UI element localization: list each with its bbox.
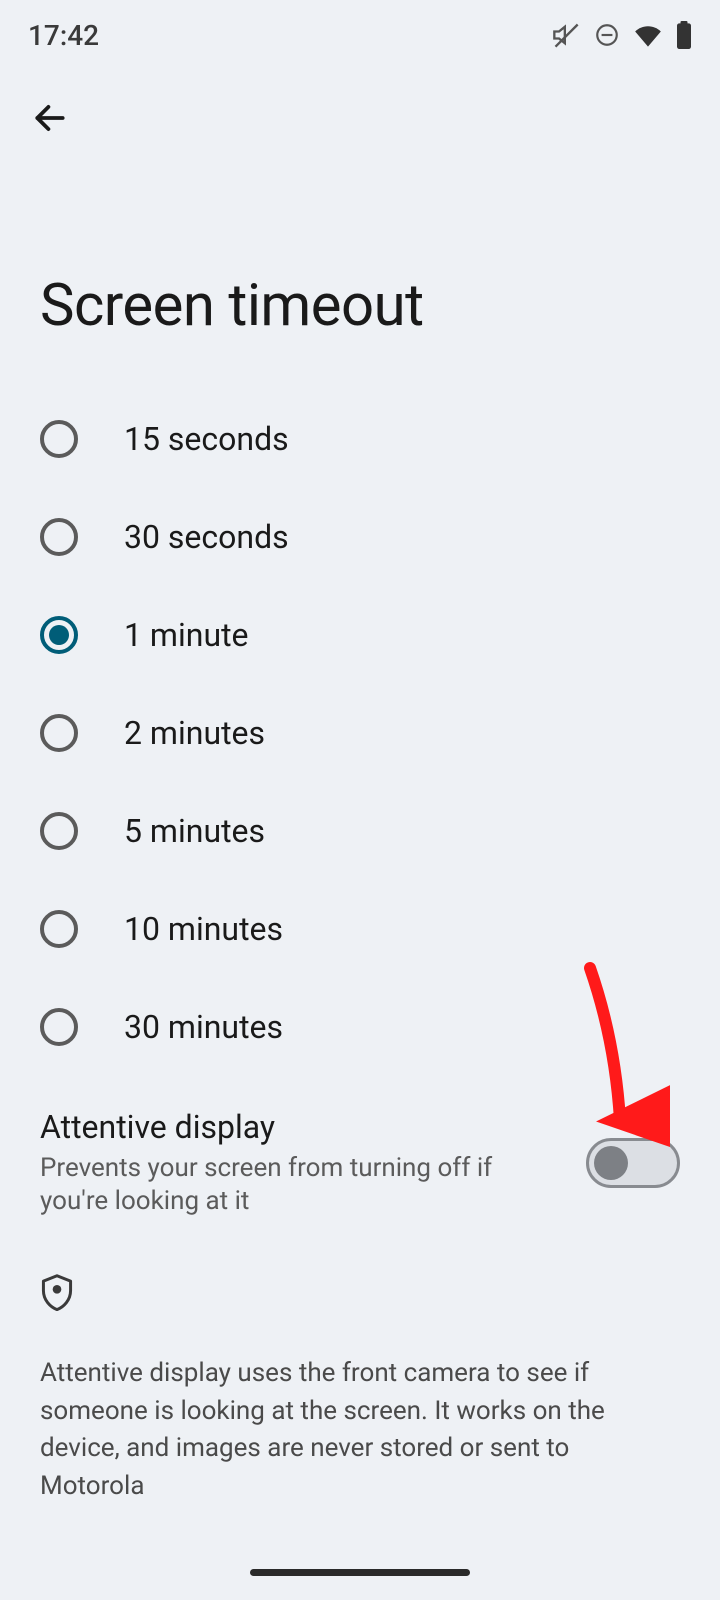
attentive-display-info-text: Attentive display uses the front camera … bbox=[40, 1355, 680, 1506]
attentive-display-switch[interactable] bbox=[586, 1138, 680, 1188]
attentive-display-info: Attentive display uses the front camera … bbox=[0, 1227, 720, 1506]
back-button[interactable] bbox=[28, 98, 72, 142]
navigation-handle[interactable] bbox=[250, 1569, 470, 1576]
status-bar: 17:42 bbox=[0, 0, 720, 70]
radio-button[interactable] bbox=[40, 616, 78, 654]
timeout-option[interactable]: 2 minutes bbox=[0, 684, 720, 782]
privacy-shield-icon bbox=[40, 1273, 680, 1315]
timeout-option-label: 1 minute bbox=[124, 616, 249, 654]
switch-knob bbox=[594, 1146, 628, 1180]
attentive-display-subtitle: Prevents your screen from turning off if… bbox=[40, 1152, 566, 1217]
radio-button[interactable] bbox=[40, 420, 78, 458]
timeout-option[interactable]: 5 minutes bbox=[0, 782, 720, 880]
timeout-option-label: 10 minutes bbox=[124, 910, 283, 948]
timeout-option-label: 2 minutes bbox=[124, 714, 265, 752]
status-icons bbox=[552, 21, 692, 49]
radio-button[interactable] bbox=[40, 714, 78, 752]
mute-icon bbox=[552, 21, 580, 49]
battery-icon bbox=[676, 21, 692, 49]
radio-button[interactable] bbox=[40, 518, 78, 556]
timeout-option-label: 5 minutes bbox=[124, 812, 265, 850]
status-time: 17:42 bbox=[28, 19, 99, 52]
timeout-option-label: 30 minutes bbox=[124, 1008, 283, 1046]
timeout-option-label: 30 seconds bbox=[124, 518, 289, 556]
radio-button[interactable] bbox=[40, 910, 78, 948]
attentive-display-row[interactable]: Attentive display Prevents your screen f… bbox=[0, 1086, 720, 1227]
radio-button[interactable] bbox=[40, 1008, 78, 1046]
arrow-left-icon bbox=[31, 99, 69, 141]
page-title: Screen timeout bbox=[0, 142, 720, 380]
timeout-option-label: 15 seconds bbox=[124, 420, 289, 458]
timeout-option[interactable]: 1 minute bbox=[0, 586, 720, 684]
timeout-option[interactable]: 15 seconds bbox=[0, 390, 720, 488]
attentive-display-title: Attentive display bbox=[40, 1108, 566, 1146]
wifi-icon bbox=[634, 23, 662, 47]
timeout-option[interactable]: 10 minutes bbox=[0, 880, 720, 978]
timeout-option[interactable]: 30 seconds bbox=[0, 488, 720, 586]
timeout-options: 15 seconds 30 seconds 1 minute 2 minutes 5 m… bbox=[0, 380, 720, 1086]
dnd-icon bbox=[594, 22, 620, 48]
timeout-option[interactable]: 30 minutes bbox=[0, 978, 720, 1076]
radio-button[interactable] bbox=[40, 812, 78, 850]
